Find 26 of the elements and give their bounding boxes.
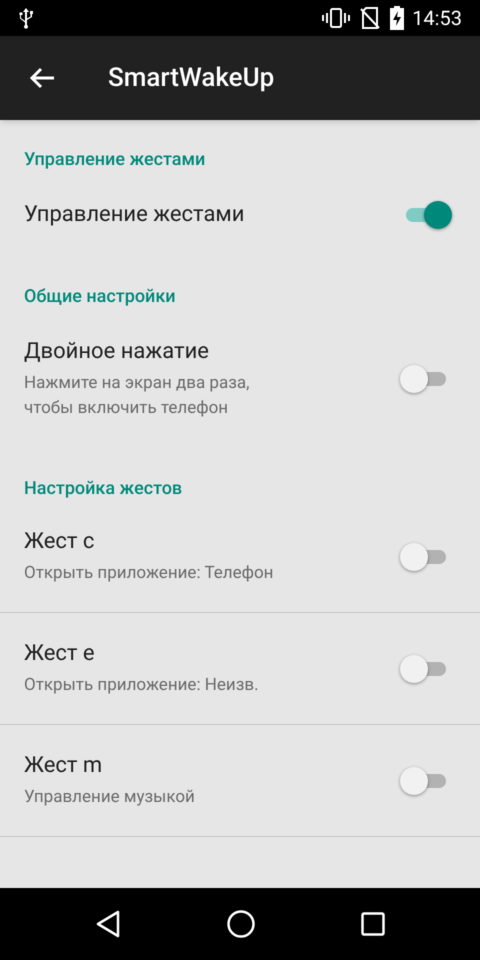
setting-row[interactable]: Двойное нажатие Нажмите на экран два раза, чтобы включить телефон [0,309,480,449]
setting-title: Жест m [24,752,102,780]
section-header: Настройка жестов [24,477,182,501]
vibrate-icon [322,8,350,28]
setting-row[interactable]: Жест c Открыть приложение: Телефон [0,501,480,613]
usb-icon [18,7,34,29]
overview-icon[interactable] [361,912,385,936]
no-sim-icon [360,7,380,29]
setting-title: Двойное нажатие [24,338,209,366]
setting-title: Жест c [24,528,94,556]
setting-summary: Открыть приложение: Неизв. [24,674,260,697]
setting-row[interactable]: Управление жестами [0,172,480,257]
setting-title: Управление жестами [24,200,244,228]
section-header: Общие настройки [24,285,176,309]
setting-row[interactable]: Жест e Открыть приложение: Неизв. [0,613,480,725]
setting-row[interactable]: Жест m Управление музыкой [0,725,480,837]
setting-summary: Открыть приложение: Телефон [24,562,274,585]
app-title: SmartWakeUp [108,62,274,94]
section-header: Управление жестами [24,148,206,172]
setting-summary: Нажмите на экран два раза, чтобы включить телефон [24,372,250,420]
battery-charging-icon [390,6,404,30]
home-icon[interactable] [227,910,255,938]
setting-title: Жест e [24,640,95,668]
back-icon[interactable] [95,910,121,938]
setting-summary: Управление музыкой [24,786,196,809]
clock-time: 14:53 [412,6,462,30]
